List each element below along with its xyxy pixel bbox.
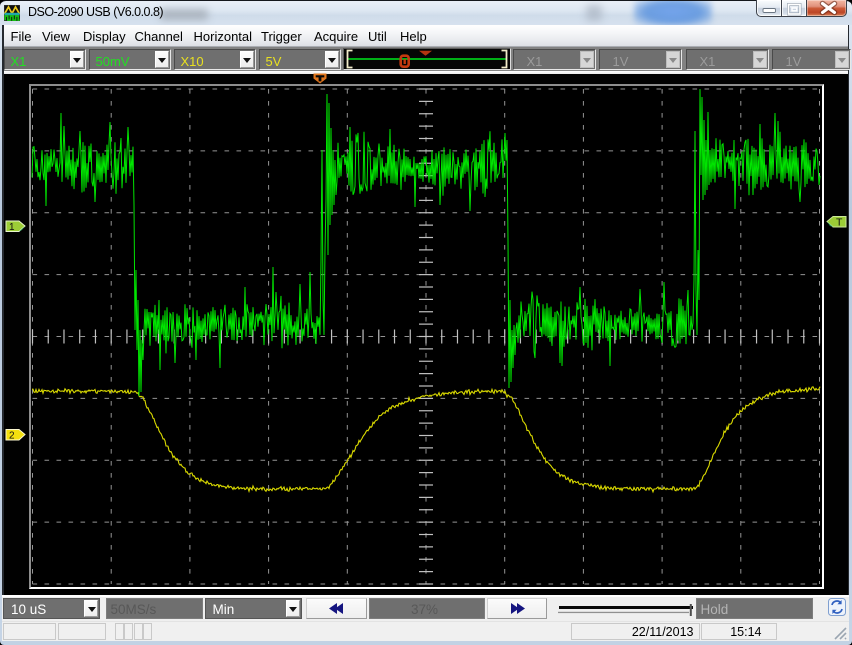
svg-text:2: 2 <box>9 431 15 442</box>
svg-text:1: 1 <box>9 222 15 233</box>
svg-text:T: T <box>836 217 843 229</box>
